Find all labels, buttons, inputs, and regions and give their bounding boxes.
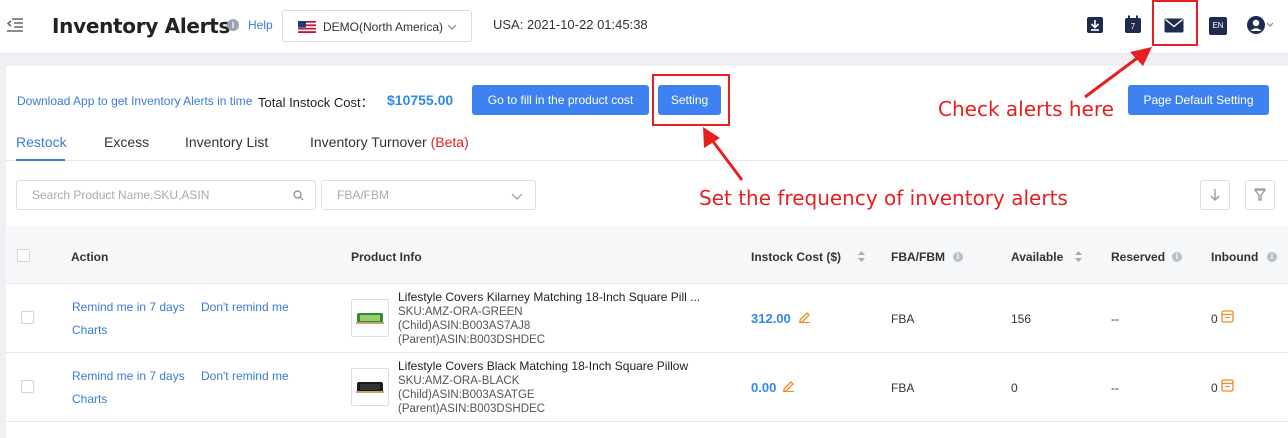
col-action: Action: [71, 250, 109, 264]
fba-fbm-value: FBA: [891, 312, 915, 326]
export-button[interactable]: [1200, 180, 1230, 210]
chevron-down-icon: [447, 24, 457, 30]
product-child-asin: (Child)ASIN:B003ASATGE: [398, 389, 535, 401]
info-icon[interactable]: i: [1172, 252, 1182, 262]
check-alerts-annotation: Check alerts here: [938, 97, 1114, 121]
search-icon[interactable]: [293, 190, 304, 201]
tab-restock[interactable]: Restock: [16, 134, 67, 150]
select-all-checkbox[interactable]: [17, 249, 30, 262]
product-sku: SKU:AMZ-ORA-GREEN: [398, 306, 523, 318]
charts-link[interactable]: Charts: [72, 392, 107, 406]
region-select[interactable]: DEMO(North America): [282, 10, 472, 42]
col-instock-cost[interactable]: Instock Cost ($): [751, 250, 841, 264]
arrow-down-icon: [1210, 189, 1220, 201]
fba-fbm-value: FBA: [891, 381, 915, 395]
inbound-value: 0: [1211, 312, 1218, 326]
language-switch[interactable]: EN: [1209, 17, 1227, 35]
main-panel: Download App to get Inventory Alerts in …: [6, 66, 1288, 438]
sort-icon[interactable]: [1074, 250, 1083, 263]
product-thumbnail[interactable]: [351, 368, 389, 406]
black-pillow-image: [356, 382, 384, 393]
tab-excess[interactable]: Excess: [104, 134, 149, 150]
tab-inventory-list[interactable]: Inventory List: [185, 134, 268, 150]
instock-cost-value: 0.00: [751, 380, 777, 395]
col-inbound: Inbound: [1211, 250, 1259, 264]
available-value: 0: [1011, 381, 1018, 395]
total-cost-label: Total Instock Cost：: [258, 95, 374, 110]
product-thumbnail[interactable]: [351, 299, 389, 337]
top-header: Inventory Alerts i Help DEMO(North Ameri…: [0, 0, 1288, 54]
dont-remind-link[interactable]: Don't remind me: [201, 369, 289, 383]
search-input[interactable]: Search Product Name,SKU,ASIN: [16, 180, 316, 210]
edit-icon[interactable]: [782, 379, 795, 392]
reserved-value: --: [1111, 381, 1119, 395]
tab-inventory-turnover-label: Inventory Turnover: [310, 134, 427, 150]
green-pillow-image: [356, 313, 384, 324]
chevron-down-icon: [511, 193, 523, 200]
beta-badge: (Beta): [430, 134, 469, 150]
product-parent-asin: (Parent)ASIN:B003DSHDEC: [398, 403, 545, 415]
product-child-asin: (Child)ASIN:B003AS7AJ8: [398, 320, 531, 332]
info-icon[interactable]: i: [953, 252, 963, 262]
download-app-link[interactable]: Download App to get Inventory Alerts in …: [17, 94, 252, 108]
available-value: 156: [1011, 312, 1032, 326]
tab-inventory-turnover[interactable]: Inventory Turnover (Beta): [310, 134, 469, 150]
reserved-value: --: [1111, 312, 1119, 326]
current-datetime: USA: 2021-10-22 01:45:38: [493, 17, 648, 32]
inbound-detail-icon[interactable]: [1221, 379, 1234, 392]
help-link[interactable]: Help: [248, 18, 273, 32]
info-icon[interactable]: i: [1267, 252, 1277, 262]
tab-bar: Restock Excess Inventory List Inventory …: [6, 126, 1288, 161]
calendar-icon[interactable]: 7: [1124, 15, 1142, 34]
inbound-detail-icon[interactable]: [1221, 310, 1234, 323]
row-checkbox[interactable]: [21, 380, 34, 393]
avatar-icon[interactable]: [1247, 15, 1273, 35]
set-frequency-annotation: Set the frequency of inventory alerts: [699, 186, 1068, 210]
product-name[interactable]: Lifestyle Covers Black Matching 18-Inch …: [398, 359, 688, 373]
edit-icon[interactable]: [798, 310, 811, 323]
region-label: DEMO(North America): [323, 20, 444, 34]
fba-fbm-select[interactable]: FBA/FBM: [321, 180, 536, 210]
instock-cost-value: 312.00: [751, 311, 791, 326]
fill-product-cost-button[interactable]: Go to fill in the product cost: [472, 85, 649, 115]
remind-7-days-link[interactable]: Remind me in 7 days: [72, 369, 185, 383]
row-checkbox[interactable]: [21, 311, 34, 324]
filter-icon: [1254, 188, 1266, 201]
us-flag-icon: [298, 21, 316, 33]
col-available[interactable]: Available: [1011, 250, 1063, 264]
info-icon[interactable]: i: [227, 19, 239, 31]
col-reserved: Reserved: [1111, 250, 1166, 264]
product-sku: SKU:AMZ-ORA-BLACK: [398, 375, 520, 387]
col-product-info: Product Info: [351, 250, 422, 264]
fba-fbm-placeholder: FBA/FBM: [337, 188, 390, 202]
dont-remind-link[interactable]: Don't remind me: [201, 300, 289, 314]
setting-highlight-box: [652, 74, 730, 126]
col-fba-fbm: FBA/FBM: [891, 250, 945, 264]
sort-icon[interactable]: [857, 250, 866, 263]
product-name[interactable]: Lifestyle Covers Kilarney Matching 18-In…: [398, 290, 700, 304]
search-placeholder: Search Product Name,SKU,ASIN: [32, 188, 210, 202]
table-row: Remind me in 7 days Don't remind me Char…: [6, 284, 1288, 353]
collapse-menu-icon[interactable]: [6, 16, 24, 34]
charts-link[interactable]: Charts: [72, 323, 107, 337]
download-icon[interactable]: [1086, 16, 1104, 34]
table-row: Remind me in 7 days Don't remind me Char…: [6, 353, 1288, 422]
table-header: Action Product Info Instock Cost ($) FBA…: [6, 226, 1288, 284]
page-default-setting-button[interactable]: Page Default Setting: [1128, 85, 1269, 115]
calendar-day: 7: [1130, 22, 1136, 31]
active-tab-indicator: [16, 159, 65, 161]
page-title: Inventory Alerts: [52, 14, 231, 38]
remind-7-days-link[interactable]: Remind me in 7 days: [72, 300, 185, 314]
inbound-value: 0: [1211, 381, 1218, 395]
total-cost-value: $10755.00: [387, 92, 454, 108]
alerts-highlight-box: [1152, 0, 1198, 46]
filter-button[interactable]: [1245, 180, 1275, 210]
product-parent-asin: (Parent)ASIN:B003DSHDEC: [398, 334, 545, 346]
